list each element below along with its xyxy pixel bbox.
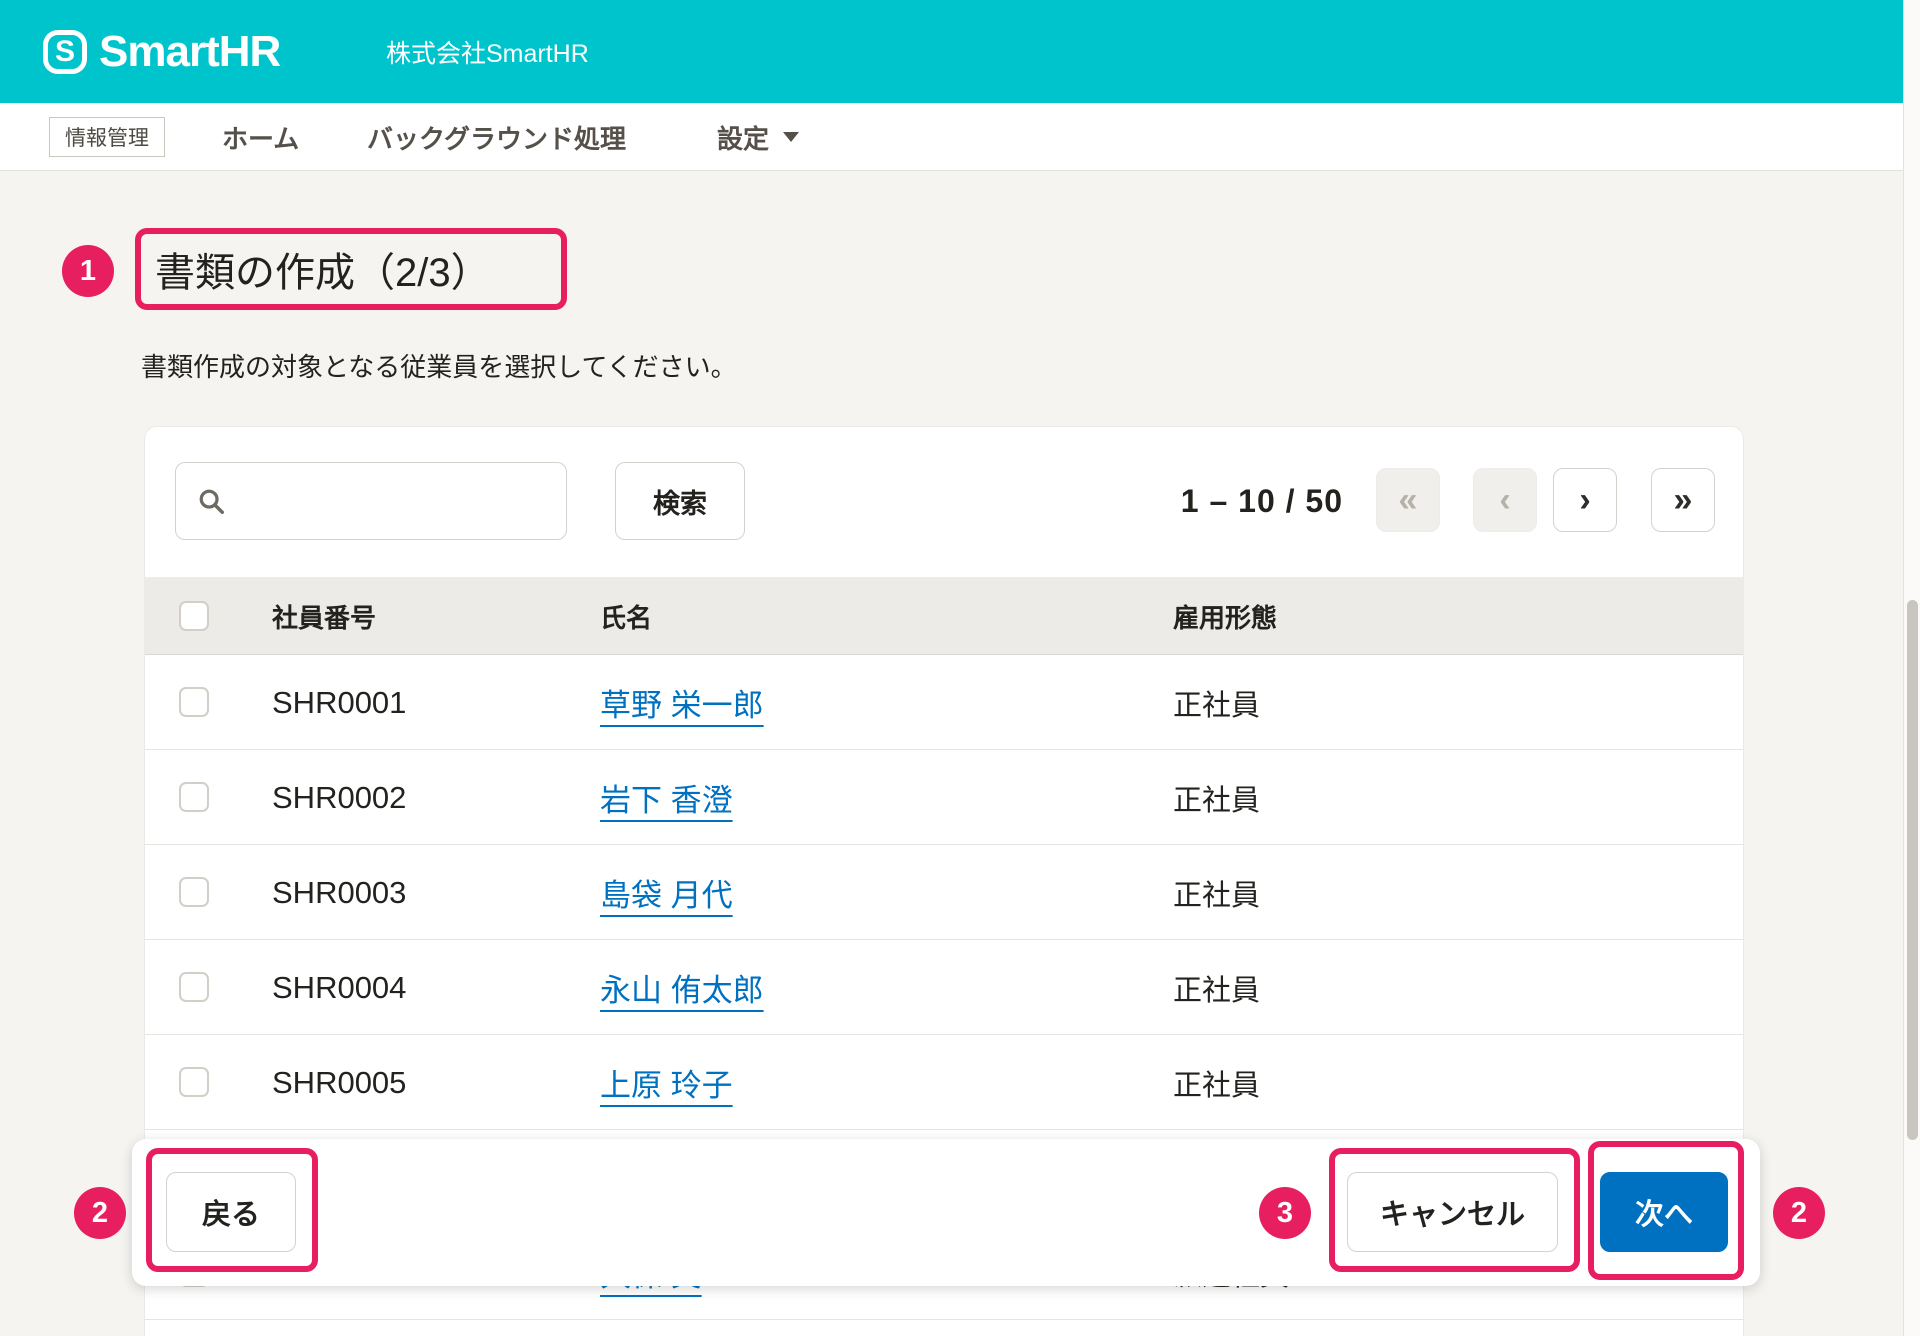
company-name: 株式会社SmartHR xyxy=(386,0,589,103)
annotation-box-title: 書類の作成（2/3） xyxy=(135,228,567,310)
select-all-checkbox[interactable] xyxy=(179,601,209,631)
pagination-prev-button[interactable]: ‹ xyxy=(1473,468,1537,532)
app-switcher-chip[interactable]: 情報管理 xyxy=(49,117,165,157)
smarthr-logo-icon: S xyxy=(43,30,87,74)
employee-id: SHR0004 xyxy=(272,940,406,1035)
floating-action-bar: 戻る キャンセル 次へ xyxy=(132,1139,1760,1286)
table-row: SHR0004 永山 侑太郎 正社員 xyxy=(145,940,1743,1035)
scrollbar-track[interactable] xyxy=(1903,0,1920,1336)
chevron-down-icon xyxy=(783,132,799,142)
employee-name-link[interactable]: 上原 玲子 xyxy=(600,1060,733,1105)
row-checkbox[interactable] xyxy=(179,877,209,907)
employee-name-link[interactable]: 永山 侑太郎 xyxy=(600,965,764,1010)
back-button[interactable]: 戻る xyxy=(166,1172,296,1252)
smarthr-logo[interactable]: S SmartHR xyxy=(43,0,280,103)
cancel-button[interactable]: キャンセル xyxy=(1347,1172,1558,1252)
row-checkbox[interactable] xyxy=(179,972,209,1002)
row-checkbox[interactable] xyxy=(179,1067,209,1097)
nav-item-settings[interactable]: 設定 xyxy=(717,103,799,171)
nav-item-home[interactable]: ホーム xyxy=(222,103,299,171)
column-header-employment-type: 雇用形態 xyxy=(1173,577,1277,655)
pagination-first-button[interactable]: « xyxy=(1376,468,1440,532)
table-row: SHR0002 岩下 香澄 正社員 xyxy=(145,750,1743,845)
search-field[interactable] xyxy=(175,462,567,540)
column-header-name: 氏名 xyxy=(600,577,652,655)
employment-type: 正社員 xyxy=(1173,750,1260,845)
employment-type: 正社員 xyxy=(1173,845,1260,940)
search-icon xyxy=(196,486,226,516)
page-title: 書類の作成（2/3） xyxy=(155,240,491,298)
table-row: SHR0005 上原 玲子 正社員 xyxy=(145,1035,1743,1130)
employment-type: 正社員 xyxy=(1173,940,1260,1035)
page-description: 書類作成の対象となる従業員を選択してください。 xyxy=(141,347,737,384)
employee-id: SHR0005 xyxy=(272,1035,406,1130)
pagination-last-button[interactable]: » xyxy=(1651,468,1715,532)
pagination-range-label: 1 – 10 / 50 xyxy=(1045,462,1343,540)
employee-name-link[interactable]: 島袋 月代 xyxy=(600,870,733,915)
employment-type: 正社員 xyxy=(1173,1035,1260,1130)
employment-type: 正社員 xyxy=(1173,655,1260,750)
annotation-badge-1: 1 xyxy=(62,245,114,297)
annotation-badge-2-right: 2 xyxy=(1773,1187,1825,1239)
annotation-badge-2-left: 2 xyxy=(74,1187,126,1239)
scrollbar-thumb[interactable] xyxy=(1907,600,1918,1140)
employee-name-link[interactable]: 岩下 香澄 xyxy=(600,775,733,820)
smarthr-logo-text: SmartHR xyxy=(99,27,280,77)
employee-name-link[interactable]: 草野 栄一郎 xyxy=(600,680,764,725)
employee-id: SHR0002 xyxy=(272,750,406,845)
smarthr-document-creation-page: S SmartHR 株式会社SmartHR 情報管理 ホーム バックグラウンド処… xyxy=(0,0,1920,1336)
column-header-employee-id: 社員番号 xyxy=(272,577,376,655)
employee-id: SHR0001 xyxy=(272,655,406,750)
row-checkbox[interactable] xyxy=(179,782,209,812)
global-nav: 情報管理 ホーム バックグラウンド処理 設定 xyxy=(0,103,1903,171)
pagination-next-button[interactable]: › xyxy=(1553,468,1617,532)
table-row: SHR0003 島袋 月代 正社員 xyxy=(145,845,1743,940)
search-input[interactable] xyxy=(236,463,560,541)
next-button[interactable]: 次へ xyxy=(1600,1172,1728,1252)
search-button[interactable]: 検索 xyxy=(615,462,745,540)
table-row: SHR0001 草野 栄一郎 正社員 xyxy=(145,655,1743,750)
app-header: S SmartHR 株式会社SmartHR xyxy=(0,0,1903,103)
annotation-badge-3: 3 xyxy=(1259,1187,1311,1239)
row-checkbox[interactable] xyxy=(179,687,209,717)
employee-id: SHR0003 xyxy=(272,845,406,940)
nav-item-settings-label: 設定 xyxy=(717,119,769,156)
table-header-row: 社員番号 氏名 雇用形態 xyxy=(145,577,1743,655)
nav-item-background-jobs[interactable]: バックグラウンド処理 xyxy=(367,103,626,171)
